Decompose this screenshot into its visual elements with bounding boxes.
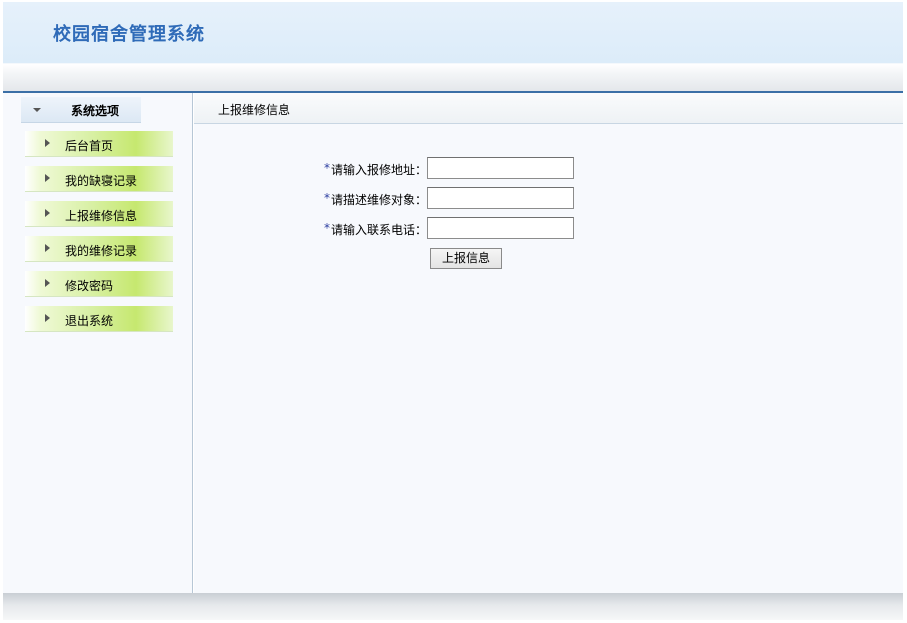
- app-frame: 校园宿舍管理系统 系统选项 后台首页 我的缺寝记录 上报维修信息 我的维修记录: [3, 2, 903, 620]
- sidebar-item-label: 退出系统: [65, 314, 114, 328]
- submit-button[interactable]: 上报信息: [430, 248, 502, 269]
- required-mark: *: [324, 161, 330, 175]
- sidebar-item-label: 上报维修信息: [65, 209, 138, 223]
- header-banner: 校园宿舍管理系统: [3, 2, 903, 64]
- required-mark: *: [324, 191, 330, 205]
- sidebar-item-label: 我的维修记录: [65, 244, 138, 258]
- sidebar-item-home[interactable]: 后台首页: [25, 131, 173, 157]
- sidebar-item-logout[interactable]: 退出系统: [25, 306, 173, 332]
- phone-input[interactable]: [427, 217, 574, 239]
- phone-label: 请输入联系电话：: [331, 223, 428, 237]
- object-input[interactable]: [427, 187, 574, 209]
- app-title: 校园宿舍管理系统: [53, 24, 205, 45]
- sidebar-heading-label: 系统选项: [71, 104, 120, 118]
- caret-right-icon: [45, 139, 50, 147]
- header-band: [3, 64, 903, 92]
- form-row-phone: * 请输入联系电话：: [324, 217, 584, 241]
- sidebar-item-label: 后台首页: [65, 139, 114, 153]
- chevron-down-icon: [33, 108, 41, 112]
- address-label: 请输入报修地址：: [331, 163, 428, 177]
- caret-right-icon: [45, 209, 50, 217]
- required-mark: *: [324, 221, 330, 235]
- object-label: 请描述维修对象：: [331, 193, 428, 207]
- main-content: 上报维修信息 * 请输入报修地址： * 请描述维修对象： * 请输入联系电话： …: [194, 93, 903, 593]
- address-input[interactable]: [427, 157, 574, 179]
- sidebar-item-repair-records[interactable]: 我的维修记录: [25, 236, 173, 262]
- sidebar-item-label: 修改密码: [65, 279, 114, 293]
- sidebar-item-label: 我的缺寝记录: [65, 174, 138, 188]
- footer-band: [3, 593, 903, 620]
- page-title: 上报维修信息: [218, 103, 291, 117]
- caret-right-icon: [45, 279, 50, 287]
- caret-right-icon: [45, 314, 50, 322]
- form-row-address: * 请输入报修地址：: [324, 157, 584, 181]
- sidebar-item-change-password[interactable]: 修改密码: [25, 271, 173, 297]
- sidebar-item-absence-records[interactable]: 我的缺寝记录: [25, 166, 173, 192]
- main-header: 上报维修信息: [194, 93, 903, 124]
- sidebar: 系统选项 后台首页 我的缺寝记录 上报维修信息 我的维修记录 修改密码 退出系统: [3, 93, 193, 593]
- sidebar-item-report-repair[interactable]: 上报维修信息: [25, 201, 173, 227]
- form-row-object: * 请描述维修对象：: [324, 187, 584, 211]
- caret-right-icon: [45, 244, 50, 252]
- caret-right-icon: [45, 174, 50, 182]
- sidebar-heading[interactable]: 系统选项: [21, 97, 141, 123]
